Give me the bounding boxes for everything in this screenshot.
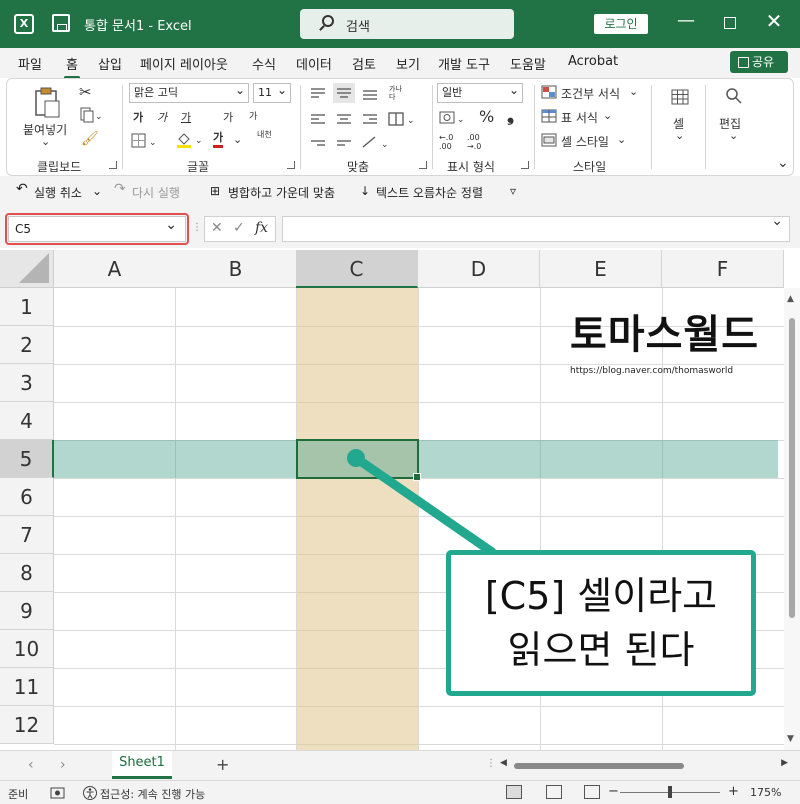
zoom-level[interactable]: 175% xyxy=(750,786,781,799)
status-bar: 준비 접근성: 계속 진행 가능 − + 175% xyxy=(0,780,800,804)
accessibility-icon[interactable] xyxy=(82,785,98,801)
page-break-view-button[interactable] xyxy=(584,785,600,799)
horizontal-scrollbar[interactable]: ◀ ▶ xyxy=(500,758,788,772)
sheet-prev-button[interactable]: ‹ xyxy=(28,757,34,773)
scroll-right-icon[interactable]: ▶ xyxy=(781,758,788,768)
sheet-next-button[interactable]: › xyxy=(60,757,66,773)
scroll-left-icon[interactable]: ◀ xyxy=(500,758,507,768)
page-layout-view-button[interactable] xyxy=(546,785,562,799)
callout-box: [C5] 셀이라고 읽으면 된다 xyxy=(446,550,756,696)
zoom-in-button[interactable]: + xyxy=(728,784,739,799)
macro-record-icon[interactable] xyxy=(50,786,66,800)
tab-splitter-handle[interactable]: ⋮ xyxy=(486,758,496,769)
zoom-out-button[interactable]: − xyxy=(608,784,619,799)
accessibility-status[interactable]: 접근성: 계속 진행 가능 xyxy=(100,786,205,802)
add-sheet-button[interactable]: + xyxy=(216,755,229,774)
callout-line-1: [C5] 셀이라고 xyxy=(484,574,718,618)
callout-line-2: 읽으면 된다 xyxy=(507,628,695,672)
zoom-slider-thumb[interactable] xyxy=(668,786,672,798)
horizontal-scroll-thumb[interactable] xyxy=(514,763,684,769)
sheet-tab-sheet1[interactable]: Sheet1 xyxy=(112,751,172,779)
status-ready: 준비 xyxy=(8,788,29,801)
sheet-tab-bar: ‹ › Sheet1 + ⋮ ◀ ▶ xyxy=(0,750,800,780)
normal-view-button[interactable] xyxy=(506,785,522,799)
